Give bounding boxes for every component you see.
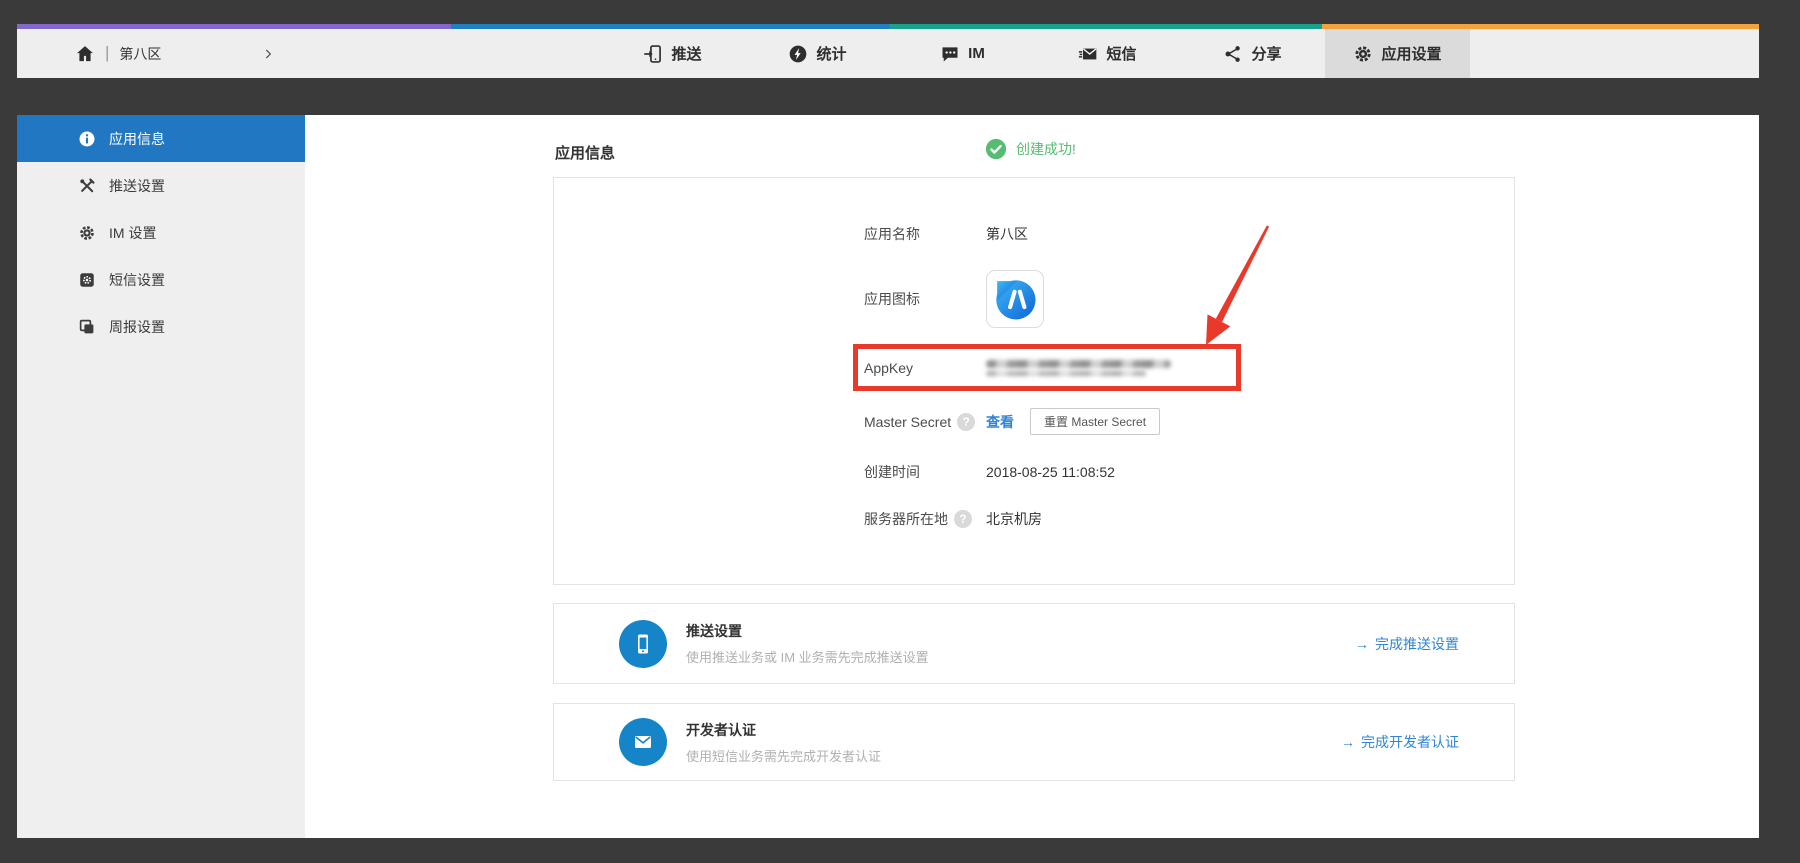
reset-master-secret-button[interactable]: 重置 Master Secret	[1030, 408, 1160, 435]
sidebar-item-label: 推送设置	[109, 176, 165, 196]
server-location-value: 北京机房	[986, 509, 1042, 529]
badge-gear-icon	[78, 271, 96, 289]
settings-sidebar: 应用信息 推送设置 IM 设置 短信设置 周报设置	[17, 115, 305, 838]
field-label: 应用图标	[864, 289, 986, 309]
help-icon[interactable]: ?	[954, 510, 972, 528]
tab-push[interactable]: 推送	[600, 29, 745, 78]
sidebar-item-push-settings[interactable]: 推送设置	[17, 162, 305, 209]
field-created-time: 创建时间 2018-08-25 11:08:52	[864, 460, 1494, 484]
success-badge: 创建成功!	[985, 138, 1076, 160]
sms-envelope-icon	[1078, 44, 1098, 64]
field-label: 应用名称	[864, 224, 986, 244]
field-app-icon: 应用图标	[864, 270, 1494, 328]
sidebar-item-sms-settings[interactable]: 短信设置	[17, 256, 305, 303]
card-title: 开发者认证	[686, 720, 881, 740]
server-location-label: 服务器所在地	[864, 509, 948, 529]
card-title: 推送设置	[686, 621, 929, 641]
success-text: 创建成功!	[1016, 139, 1076, 159]
complete-push-settings-link[interactable]: → 完成推送设置	[1355, 634, 1459, 654]
created-time-value: 2018-08-25 11:08:52	[986, 464, 1115, 480]
view-master-secret-link[interactable]: 查看	[986, 412, 1014, 432]
tab-label: 短信	[1106, 43, 1136, 64]
tab-stats[interactable]: 统计	[745, 29, 890, 78]
sidebar-item-label: 短信设置	[109, 270, 165, 290]
help-icon[interactable]: ?	[957, 413, 975, 431]
card-link-label: 完成推送设置	[1375, 634, 1459, 654]
card-subtitle: 使用短信业务需先完成开发者认证	[686, 746, 881, 765]
arrow-right-icon: →	[1341, 734, 1355, 750]
field-master-secret: Master Secret ? 查看 重置 Master Secret	[864, 408, 1494, 435]
push-icon	[643, 44, 663, 64]
nav-tabs: 推送 统计 IM 短信	[600, 29, 1470, 78]
developer-verification-card: 开发者认证 使用短信业务需先完成开发者认证 → 完成开发者认证	[553, 703, 1515, 781]
field-label: 创建时间	[864, 462, 986, 482]
page-title: 应用信息	[555, 142, 615, 163]
tab-app-settings[interactable]: 应用设置	[1325, 29, 1470, 78]
info-icon	[78, 130, 96, 148]
tab-label: 推送	[671, 43, 701, 64]
breadcrumb: | 第八区	[75, 29, 275, 78]
field-server-location: 服务器所在地 ? 北京机房	[864, 507, 1494, 531]
chevron-right-icon[interactable]	[261, 47, 275, 61]
app-info-content: 应用信息 创建成功! 应用名称 第八区 应用图标	[305, 115, 1759, 838]
tab-share[interactable]: 分享	[1180, 29, 1325, 78]
tab-label: 应用设置	[1381, 43, 1441, 64]
sidebar-item-label: 应用信息	[109, 129, 165, 149]
master-secret-label: Master Secret	[864, 414, 951, 430]
stats-icon	[788, 44, 808, 64]
card-subtitle: 使用推送业务或 IM 业务需先完成推送设置	[686, 647, 929, 666]
gear-icon	[78, 224, 96, 242]
field-appkey: AppKey	[864, 356, 1494, 380]
card-link-label: 完成开发者认证	[1361, 732, 1459, 752]
tab-label: 分享	[1251, 43, 1281, 64]
app-icon-image[interactable]	[986, 270, 1044, 328]
share-icon	[1223, 44, 1243, 64]
tab-sms[interactable]: 短信	[1035, 29, 1180, 78]
top-navigation-bar: | 第八区 推送 统计 IM	[17, 24, 1759, 78]
app-name-value: 第八区	[986, 224, 1028, 244]
sidebar-item-weekly-report-settings[interactable]: 周报设置	[17, 303, 305, 350]
tools-icon	[78, 177, 96, 195]
sidebar-item-label: IM 设置	[109, 223, 156, 243]
chat-bubble-icon	[940, 44, 960, 64]
sidebar-item-app-info[interactable]: 应用信息	[17, 115, 305, 162]
check-circle-icon	[985, 138, 1007, 160]
field-label: 服务器所在地 ?	[864, 509, 986, 529]
tab-label: 统计	[816, 43, 846, 64]
breadcrumb-separator: |	[105, 43, 109, 63]
tab-label: IM	[968, 45, 985, 62]
app-info-box: 应用名称 第八区 应用图标	[553, 177, 1515, 585]
field-label: AppKey	[864, 360, 986, 376]
gear-icon	[1353, 44, 1373, 64]
envelope-icon	[619, 718, 667, 766]
home-icon[interactable]	[75, 44, 95, 64]
push-settings-card: 推送设置 使用推送业务或 IM 业务需先完成推送设置 → 完成推送设置	[553, 603, 1515, 684]
tab-im[interactable]: IM	[890, 29, 1035, 78]
field-app-name: 应用名称 第八区	[864, 222, 1494, 246]
complete-developer-verification-link[interactable]: → 完成开发者认证	[1341, 732, 1459, 752]
app-settings-panel: 应用信息 推送设置 IM 设置 短信设置 周报设置	[17, 115, 1759, 838]
copies-icon	[78, 318, 96, 336]
sidebar-item-im-settings[interactable]: IM 设置	[17, 209, 305, 256]
field-label: Master Secret ?	[864, 413, 986, 431]
sidebar-item-label: 周报设置	[109, 317, 165, 337]
breadcrumb-app-name[interactable]: 第八区	[119, 44, 161, 64]
arrow-right-icon: →	[1355, 636, 1369, 652]
appkey-masked-value	[986, 360, 1171, 376]
smartphone-icon	[619, 620, 667, 668]
